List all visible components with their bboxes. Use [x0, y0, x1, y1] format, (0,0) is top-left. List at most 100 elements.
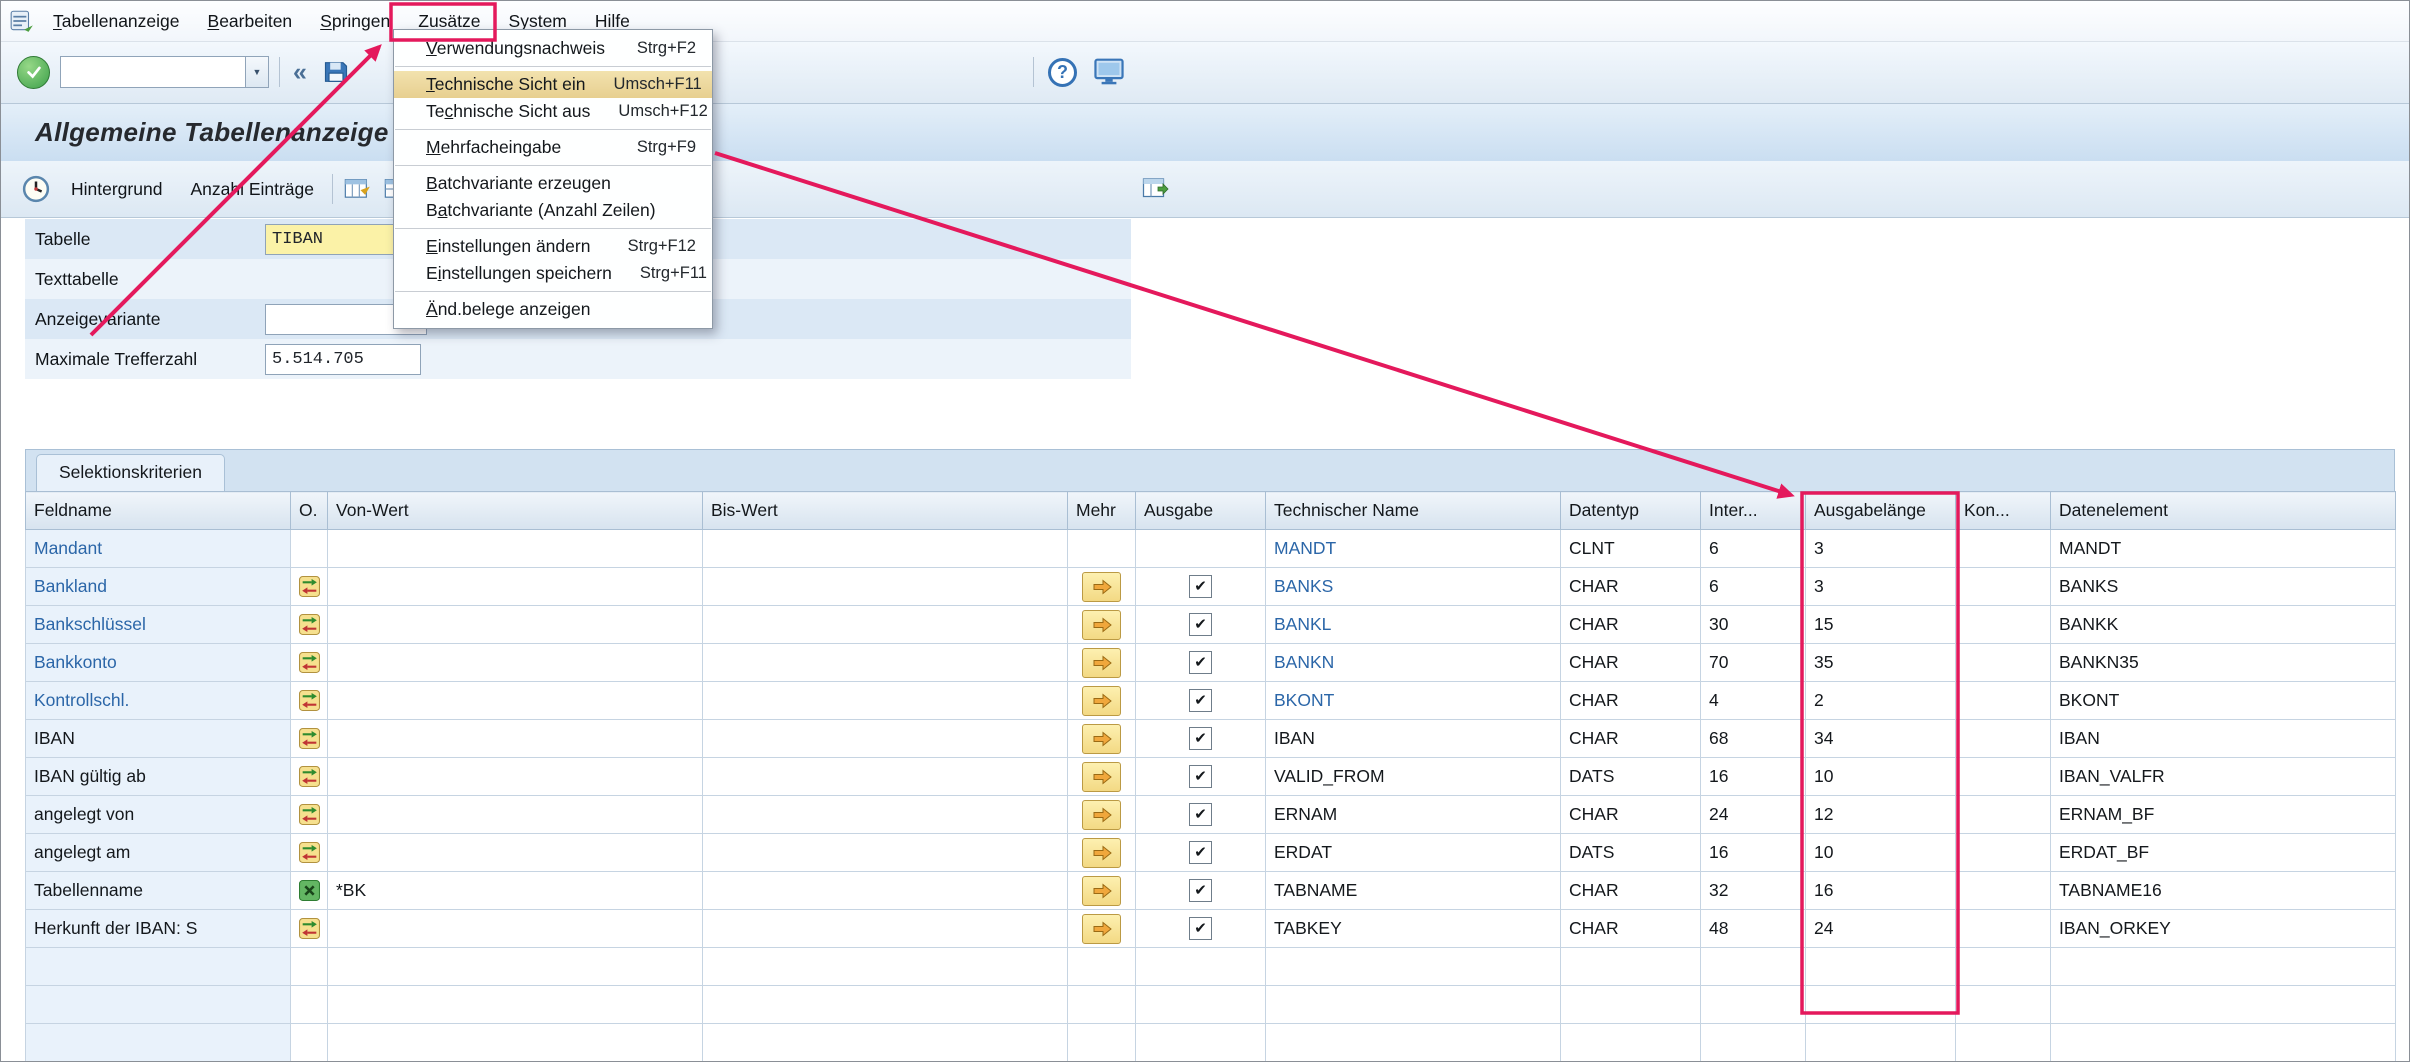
- cell: IBAN_ORKEY: [2051, 910, 2396, 948]
- column-header-ausgabe[interactable]: Ausgabe: [1136, 492, 1266, 530]
- field-label[interactable]: Bankkonto: [34, 652, 117, 672]
- multiple-selection-button[interactable]: [1082, 762, 1121, 792]
- layout-variant-icon[interactable]: [1139, 172, 1173, 206]
- column-header-feldname[interactable]: Feldname: [26, 492, 291, 530]
- column-header-datenelement[interactable]: Datenelement: [2051, 492, 2396, 530]
- selection-table: FeldnameO.Von-WertBis-WertMehrAusgabeTec…: [25, 491, 2396, 1062]
- field-label[interactable]: Bankland: [34, 576, 107, 596]
- output-checkbox[interactable]: ✔: [1189, 689, 1212, 712]
- menuitem-mehrfacheingabe[interactable]: MehrfacheingabeStrg+F9: [394, 134, 712, 161]
- multiple-selection-button[interactable]: [1082, 572, 1121, 602]
- selection-option-icon[interactable]: [299, 652, 320, 673]
- save-button[interactable]: [320, 56, 352, 88]
- column-header-ausgabelaenge[interactable]: Ausgabelänge: [1806, 492, 1956, 530]
- menuitem-batchvariante-erzeugen[interactable]: Batchvariante erzeugen: [394, 170, 712, 197]
- output-checkbox[interactable]: ✔: [1189, 765, 1212, 788]
- collapse-icon[interactable]: «: [290, 60, 310, 85]
- menu-bearbeiten[interactable]: Bearbeiten: [194, 4, 307, 39]
- output-checkbox[interactable]: ✔: [1189, 841, 1212, 864]
- column-header-von-wert[interactable]: Von-Wert: [328, 492, 703, 530]
- menuitem-aend-belege-anzeigen[interactable]: Änd.belege anzeigen: [394, 296, 712, 323]
- command-field: ▼: [60, 56, 269, 88]
- cell: BKONT: [2051, 682, 2396, 720]
- output-checkbox[interactable]: ✔: [1189, 727, 1212, 750]
- column-header-bis-wert[interactable]: Bis-Wert: [703, 492, 1068, 530]
- field-label[interactable]: Bankschlüssel: [34, 614, 146, 634]
- menu-springen[interactable]: Springen: [306, 4, 404, 39]
- cell: [291, 720, 328, 758]
- column-header-kon[interactable]: Kon...: [1956, 492, 2051, 530]
- cell: [328, 606, 703, 644]
- menuitem-shortcut: Umsch+F12: [618, 102, 707, 121]
- command-dropdown-button[interactable]: ▼: [246, 56, 269, 88]
- multiple-selection-button[interactable]: [1082, 648, 1121, 678]
- multiple-selection-button[interactable]: [1082, 914, 1121, 944]
- cell: CHAR: [1561, 872, 1701, 910]
- menuitem-technische-sicht-ein[interactable]: Technische Sicht einUmsch+F11: [394, 71, 712, 98]
- menuitem-einstellungen-speichern[interactable]: Einstellungen speichernStrg+F11: [394, 260, 712, 287]
- column-header-mehr[interactable]: Mehr: [1068, 492, 1136, 530]
- output-checkbox[interactable]: ✔: [1189, 879, 1212, 902]
- menuitem-shortcut: Umsch+F11: [614, 75, 702, 94]
- cell: [1956, 834, 2051, 872]
- multiple-selection-button[interactable]: [1082, 724, 1121, 754]
- multiple-selection-button[interactable]: [1082, 876, 1121, 906]
- exclude-pattern-icon[interactable]: [299, 880, 320, 901]
- selection-option-icon[interactable]: [299, 766, 320, 787]
- column-header-o[interactable]: O.: [291, 492, 328, 530]
- background-button[interactable]: Hintergrund: [61, 173, 172, 206]
- max-trefferzahl-label: Maximale Trefferzahl: [25, 349, 265, 370]
- table-grid-icon-1[interactable]: [341, 173, 373, 205]
- selection-option-icon[interactable]: [299, 804, 320, 825]
- cell: [1806, 948, 1956, 986]
- output-checkbox[interactable]: ✔: [1189, 613, 1212, 636]
- command-input[interactable]: [60, 56, 246, 88]
- menuitem-verwendungsnachweis[interactable]: VerwendungsnachweisStrg+F2: [394, 35, 712, 62]
- cell: [1956, 986, 2051, 1024]
- cell: [703, 834, 1068, 872]
- cell: Tabellenname: [26, 872, 291, 910]
- selection-option-icon[interactable]: [299, 728, 320, 749]
- multiple-selection-button[interactable]: [1082, 800, 1121, 830]
- group-header: Selektionskriterien: [25, 449, 2395, 491]
- output-checkbox[interactable]: ✔: [1189, 917, 1212, 940]
- output-checkbox[interactable]: ✔: [1189, 575, 1212, 598]
- cell: 35: [1806, 644, 1956, 682]
- menuitem-einstellungen-aendern[interactable]: Einstellungen ändernStrg+F12: [394, 233, 712, 260]
- cell: IBAN: [2051, 720, 2396, 758]
- cell: [703, 872, 1068, 910]
- menuitem-batchvariante-anzahl-zeilen[interactable]: Batchvariante (Anzahl Zeilen): [394, 197, 712, 224]
- entry-count-button[interactable]: Anzahl Einträge: [180, 173, 324, 206]
- cell: MANDT: [2051, 530, 2396, 568]
- max-trefferzahl-input[interactable]: [265, 344, 421, 375]
- column-header-inter[interactable]: Inter...: [1701, 492, 1806, 530]
- multiple-selection-button[interactable]: [1082, 838, 1121, 868]
- column-header-datentyp[interactable]: Datentyp: [1561, 492, 1701, 530]
- menuitem-technische-sicht-aus[interactable]: Technische Sicht ausUmsch+F12: [394, 98, 712, 125]
- selection-option-icon[interactable]: [299, 918, 320, 939]
- selection-option-icon[interactable]: [299, 842, 320, 863]
- column-header-technischer-name[interactable]: Technischer Name: [1266, 492, 1561, 530]
- output-checkbox[interactable]: ✔: [1189, 803, 1212, 826]
- cell: [1561, 948, 1701, 986]
- help-button[interactable]: ?: [1048, 58, 1077, 87]
- output-checkbox[interactable]: ✔: [1189, 651, 1212, 674]
- cell: [703, 758, 1068, 796]
- cell: 12: [1806, 796, 1956, 834]
- enter-button[interactable]: [17, 56, 50, 89]
- selection-option-icon[interactable]: [299, 614, 320, 635]
- selection-option-icon[interactable]: [299, 690, 320, 711]
- cell: [1068, 682, 1136, 720]
- execute-background-button[interactable]: [19, 172, 53, 206]
- field-label[interactable]: Kontrollschl.: [34, 690, 129, 710]
- field-label[interactable]: Mandant: [34, 538, 102, 558]
- cell: [1956, 948, 2051, 986]
- menuitem-label: Änd.belege anzeigen: [426, 299, 590, 320]
- cell: [291, 910, 328, 948]
- multiple-selection-button[interactable]: [1082, 610, 1121, 640]
- cell: 6: [1701, 568, 1806, 606]
- multiple-selection-button[interactable]: [1082, 686, 1121, 716]
- menu-tabellenanzeige[interactable]: Tabellenanzeige: [39, 4, 194, 39]
- selection-option-icon[interactable]: [299, 576, 320, 597]
- new-session-button[interactable]: [1091, 55, 1127, 89]
